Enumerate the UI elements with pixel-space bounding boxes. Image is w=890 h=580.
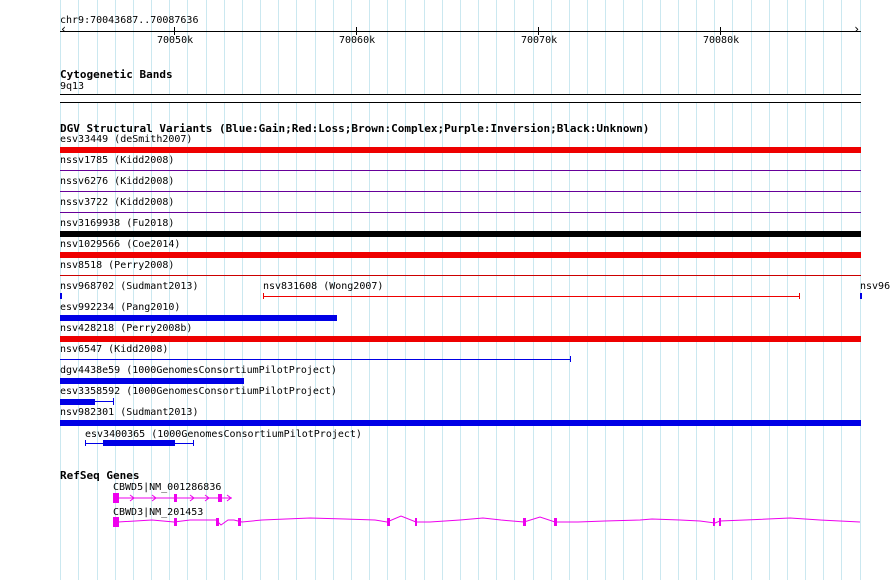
gene-model-cbwd5[interactable] [113,493,232,503]
gene-models [113,493,861,527]
gene-model-cbwd3[interactable] [113,515,861,527]
genome-browser-view: chr9:70043687..70087636 ‹ › 70050k 70060… [0,0,890,580]
